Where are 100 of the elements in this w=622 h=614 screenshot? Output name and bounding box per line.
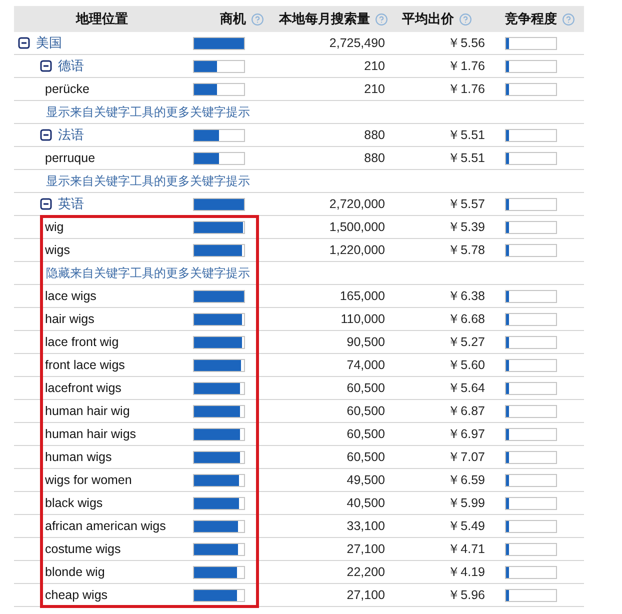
opportunity-bar [193, 382, 245, 394]
opportunity-bar [193, 496, 245, 510]
competition-bar [505, 542, 557, 556]
opportunity-bar [193, 566, 245, 578]
competition-bar [505, 450, 557, 464]
opportunity-bar [193, 290, 245, 302]
search-volume: 22,200 [346, 565, 386, 579]
average-bid: ￥5.57 [446, 196, 486, 212]
location-label[interactable]: 德语 [58, 57, 84, 75]
collapse-icon[interactable] [18, 37, 30, 49]
search-volume: 33,100 [346, 519, 386, 533]
average-bid: ￥4.19 [446, 564, 486, 580]
location-label[interactable]: 英语 [58, 195, 84, 213]
average-bid: ￥6.59 [446, 472, 486, 488]
column-header: 商机 [220, 10, 246, 28]
keyword-label: african american wigs [45, 519, 166, 533]
search-volume: 210 [363, 59, 386, 73]
average-bid: ￥5.56 [446, 34, 486, 52]
keyword-label: cheap wigs [45, 588, 108, 602]
average-bid: ￥7.07 [446, 448, 486, 466]
search-volume: 1,500,000 [328, 220, 386, 234]
opportunity-bar [193, 198, 245, 210]
opportunity-bar [193, 520, 245, 532]
collapse-icon[interactable] [40, 60, 52, 72]
average-bid: ￥5.64 [446, 380, 486, 396]
search-volume: 880 [363, 151, 386, 165]
competition-bar [505, 428, 557, 440]
average-bid: ￥5.27 [446, 334, 486, 350]
search-volume: 40,500 [346, 496, 386, 510]
keyword-label: perruque [45, 151, 96, 165]
search-volume: 1,220,000 [328, 243, 386, 257]
average-bid: ￥5.60 [446, 356, 486, 374]
keyword-label: lace front wig [45, 335, 119, 349]
opportunity-bar [193, 244, 245, 256]
opportunity-bar [193, 128, 245, 142]
search-volume: 49,500 [346, 473, 386, 487]
collapse-icon[interactable] [40, 198, 52, 210]
keyword-label: black wigs [45, 496, 103, 510]
search-volume: 2,720,000 [328, 197, 386, 211]
average-bid: ￥5.51 [446, 126, 486, 144]
opportunity-bar [193, 474, 245, 486]
average-bid: ￥5.78 [446, 242, 486, 258]
keyword-suggestions-link[interactable]: 隐藏来自关键字工具的更多关键字提示 [46, 264, 250, 282]
competition-bar [505, 312, 557, 326]
search-volume: 74,000 [346, 358, 386, 372]
opportunity-bar [193, 428, 245, 440]
average-bid: ￥1.76 [446, 80, 486, 98]
search-volume: 210 [363, 82, 386, 96]
keyword-label: human wigs [45, 450, 112, 464]
average-bid: ￥5.96 [446, 586, 486, 604]
search-volume: 60,500 [346, 427, 386, 441]
competition-bar [505, 128, 557, 142]
search-volume: 110,000 [340, 312, 386, 326]
competition-bar [505, 358, 557, 372]
collapse-icon[interactable] [40, 129, 52, 141]
search-volume: 60,500 [346, 450, 386, 464]
opportunity-bar [193, 312, 245, 326]
average-bid: ￥6.87 [446, 402, 486, 420]
search-volume: 880 [363, 128, 386, 142]
opportunity-bar [193, 588, 245, 602]
search-volume: 2,725,490 [328, 36, 386, 50]
search-volume: 165,000 [338, 289, 386, 303]
keyword-label: front lace wigs [45, 358, 125, 372]
competition-bar [505, 36, 557, 50]
keyword-label: lace wigs [45, 289, 96, 303]
average-bid: ￥6.68 [446, 310, 486, 328]
competition-bar [505, 404, 557, 418]
location-label[interactable]: 美国 [36, 34, 62, 52]
average-bid: ￥6.38 [446, 288, 486, 304]
keyword-label: lacefront wigs [45, 381, 122, 395]
competition-bar [505, 520, 557, 532]
opportunity-bar [193, 450, 245, 464]
average-bid: ￥6.97 [446, 426, 486, 442]
keyword-label: wigs [45, 243, 70, 257]
average-bid: ￥5.99 [446, 494, 486, 512]
competition-bar [505, 244, 557, 256]
opportunity-bar [193, 336, 245, 348]
keyword-label: costume wigs [45, 542, 121, 556]
keyword-suggestions-link[interactable]: 显示来自关键字工具的更多关键字提示 [46, 104, 250, 120]
location-label[interactable]: 法语 [58, 126, 84, 144]
opportunity-bar [193, 152, 245, 164]
competition-bar [505, 60, 557, 72]
average-bid: ￥5.51 [446, 150, 486, 166]
keyword-label: human hair wigs [45, 427, 136, 441]
search-volume: 27,100 [346, 542, 386, 556]
competition-bar [505, 198, 557, 210]
opportunity-bar [193, 60, 245, 72]
competition-bar [505, 382, 557, 394]
keyword-label: wig [45, 220, 64, 234]
competition-bar [505, 496, 557, 510]
average-bid: ￥5.49 [446, 518, 486, 534]
search-volume: 90,500 [346, 335, 386, 349]
search-volume: 27,100 [346, 588, 386, 602]
competition-bar [505, 82, 557, 96]
keyword-suggestions-link[interactable]: 显示来自关键字工具的更多关键字提示 [46, 172, 250, 190]
average-bid: ￥4.71 [446, 540, 486, 558]
competition-bar [505, 290, 557, 302]
competition-bar [505, 336, 557, 348]
opportunity-bar [193, 36, 245, 50]
search-volume: 60,500 [346, 381, 386, 395]
